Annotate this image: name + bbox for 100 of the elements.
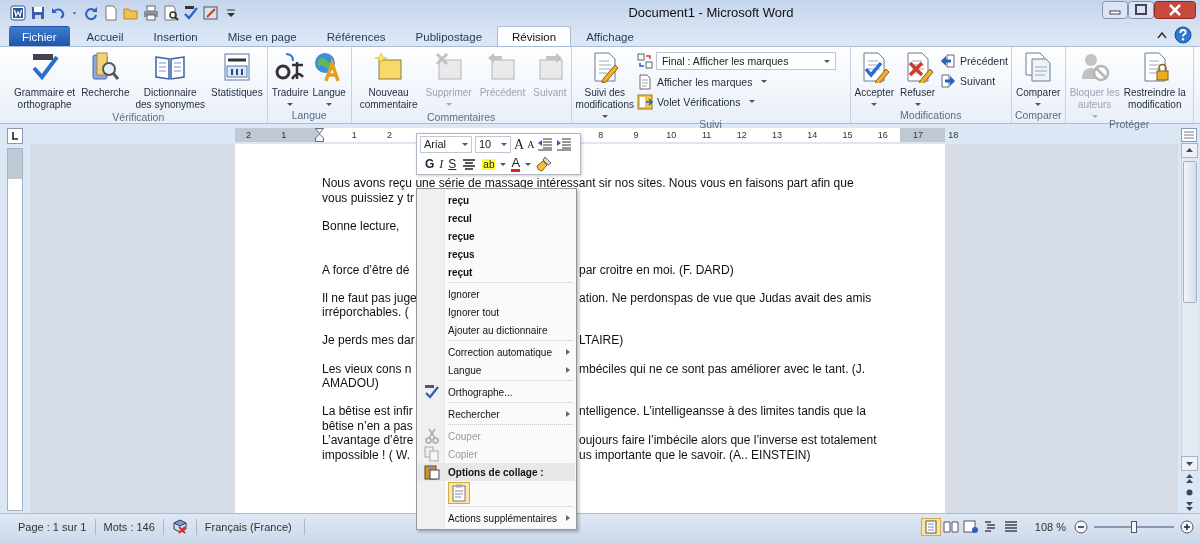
web-layout-icon [962,519,979,536]
page-count[interactable]: Page : 1 sur 1 [10,519,96,536]
save-icon[interactable] [30,4,46,21]
ribbon-button[interactable]: Suivi des modifications [574,49,635,119]
ribbon-tab[interactable]: Références [311,26,401,47]
text-line: bêtise n’en a pas [322,418,413,434]
zoom-in-icon[interactable] [1180,520,1194,535]
ribbon-button[interactable]: Restreindre la modification [1122,49,1187,112]
zoom-level[interactable]: 108 % [1020,521,1074,534]
ribbon-button[interactable]: Suivant [940,72,1008,90]
menu-item[interactable]: reçut [418,263,575,281]
close-icon[interactable] [1154,1,1196,19]
group-label: Protéger [1108,118,1151,132]
help-icon[interactable] [1174,26,1192,45]
window-title: Document1 - Microsoft Word [627,5,795,21]
scroll-up-icon[interactable] [1180,143,1198,159]
spelling-check-icon[interactable] [183,4,199,21]
ruler-number: 15 [841,130,854,141]
spelling-status-icon[interactable] [171,519,188,536]
menu-item[interactable]: Actions supplémentaires [418,509,575,527]
paste-options-heading: Options de collage : [447,466,544,478]
markup-icon[interactable] [636,53,653,70]
ribbon-button[interactable]: Traduire [270,49,310,107]
ribbon-button[interactable]: Recherche [80,49,131,100]
menu-item[interactable]: Ignorer [418,285,575,303]
paste-document-icon [452,484,466,502]
ribbon-button[interactable]: Nouveau commentaire [358,49,419,112]
underline-button[interactable]: S [448,155,457,173]
print-preview-icon[interactable] [163,4,179,21]
menu-item[interactable]: Rechercher [418,405,575,423]
spelling-icon [424,384,440,400]
center-align-icon[interactable] [461,156,478,172]
text-line: impossible ! ( W. [322,448,411,463]
ribbon-tab[interactable]: Insertion [138,26,213,47]
text-line: Je perds mes dar [322,333,415,348]
ruler-number: 13 [771,130,784,141]
ribbon-tab[interactable]: Fichier [9,26,70,47]
menu-item[interactable]: Ignorer tout [418,303,575,321]
scrollbar-thumb[interactable] [1182,161,1197,304]
text-line: A force d’être dé [322,262,410,278]
scissors-icon [424,428,440,444]
menu-item[interactable]: Correction automatique [418,343,575,361]
ribbon-button[interactable]: Dictionnaire des synonymes [134,49,206,112]
printer-icon[interactable] [143,4,159,21]
maximize-icon[interactable] [1128,1,1154,19]
menu-item[interactable]: Langue [418,361,575,379]
text-line: us importante que le savoir. (A.. EINSTEIN) [579,448,811,463]
menu-item[interactable]: Orthographe... [418,383,575,401]
brush-icon[interactable] [536,156,553,172]
ribbon-tab[interactable]: Accueil [71,26,139,47]
collapse-caret-icon[interactable] [1156,30,1168,41]
menu-item[interactable]: reçu [418,191,575,209]
menu-item[interactable]: reçus [418,245,575,263]
ribbon-button[interactable]: Refuser [899,49,937,107]
ruler-number: 2 [245,130,253,141]
drawing-tool-icon[interactable] [203,4,219,21]
increase-indent-icon[interactable] [556,136,573,152]
ruler-number: 2 [386,130,394,141]
grow-font-button[interactable]: A [514,135,525,153]
text-line: irréporchables. ( [322,305,409,320]
markup-dropdown[interactable]: Final : Afficher les marques [655,52,836,71]
ribbon-tab[interactable]: Publipostage [400,26,498,47]
arrow-right-icon [940,72,957,89]
text-line: Bonne lecture, [322,219,400,234]
view-button[interactable] [920,518,941,537]
ribbon-tab[interactable]: Affichage [571,26,649,47]
font-size-field[interactable]: 10 [475,135,511,153]
print-layout-icon [922,519,939,536]
italic-button[interactable]: I [439,155,444,173]
word-count[interactable]: Mots : 146 [95,519,164,536]
ribbon-button[interactable]: Statistiques [209,49,264,100]
shrink-font-button[interactable]: A [527,135,535,153]
ribbon-button[interactable]: Accepter [853,49,896,107]
text-line: LTAIRE) [579,333,624,348]
arrow-left-icon [940,52,957,69]
ribbon-tab[interactable]: Mise en page [212,26,312,47]
reading-view-icon [942,519,959,536]
ribbon-button[interactable]: Précédent [940,52,1008,70]
ruler-number: 1 [350,130,358,141]
tab-stop-icon[interactable] [7,128,23,145]
indent-marker-icon[interactable] [314,128,324,143]
new-document-icon[interactable] [103,4,119,21]
bold-button[interactable]: G [425,155,435,173]
ribbon-button[interactable]: Langue [311,49,347,107]
clipboard-icon [424,464,440,480]
menu-item[interactable]: reçue [418,227,575,245]
ribbon-button[interactable]: Afficher les marques [636,73,836,91]
font-color-button[interactable]: A [511,155,532,173]
scroll-down-icon[interactable] [1180,456,1198,472]
menu-item[interactable]: Ajouter au dictionnaire [418,321,575,339]
ribbon-button[interactable]: Comparer [1014,49,1062,107]
zoom-out-icon[interactable] [1074,520,1088,535]
language-status[interactable]: Français (France) [196,519,305,536]
font-name-field[interactable]: Arial [420,135,472,153]
ribbon-tab[interactable]: Révision [497,26,572,47]
decrease-indent-icon[interactable] [537,136,554,152]
highlight-button[interactable]: ab [482,155,507,173]
menu-item[interactable]: recul [418,209,575,227]
ribbon-button[interactable]: Grammaire et orthographe [13,49,77,112]
ribbon-button[interactable]: Volet Vérifications [636,93,836,111]
